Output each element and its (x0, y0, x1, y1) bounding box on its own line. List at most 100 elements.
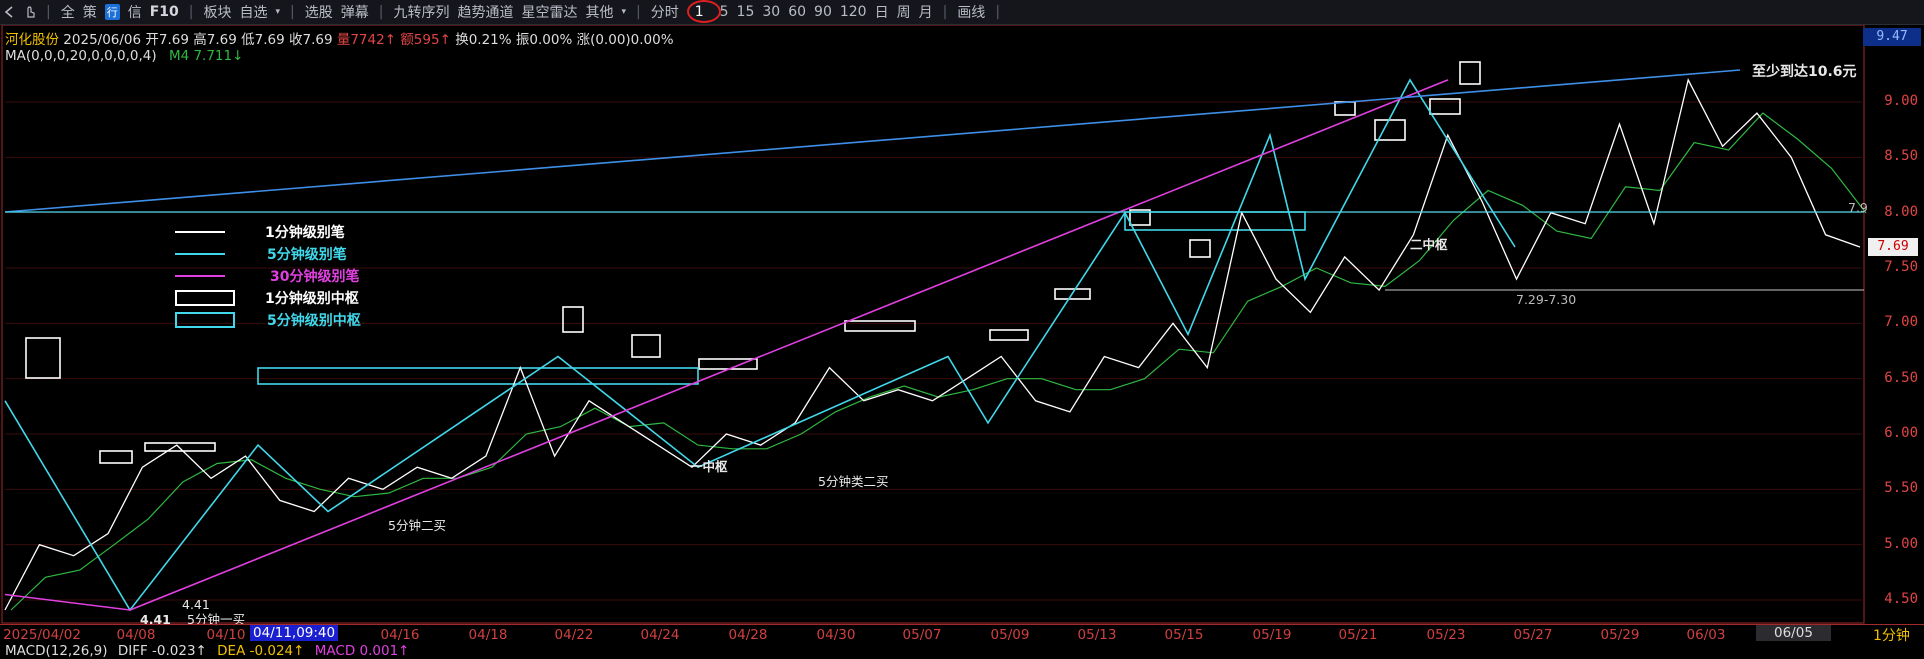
period-60min[interactable]: 60 (788, 4, 806, 20)
kline-chart[interactable] (0, 25, 1924, 655)
five-minute-center-box (257, 367, 699, 385)
annotation-buy2b: 5分钟类二买 (818, 474, 889, 489)
period-5min[interactable]: 5 (720, 4, 729, 20)
one-minute-center-box (99, 450, 133, 464)
chevron-down-icon[interactable]: ▾ (621, 7, 626, 17)
price-grid (5, 101, 1862, 601)
legend-swatch (175, 275, 225, 277)
date-tick-label: 04/08 (116, 627, 156, 643)
quote-bar: 河化股份 2025/06/06 开7.69 高7.69 低7.69 收7.69 … (5, 28, 674, 48)
toolbar-sector[interactable]: 板块 (203, 2, 231, 22)
quote-amount: 额595↑ (400, 32, 451, 48)
price-line (4, 78, 1861, 611)
period-week[interactable]: 周 (897, 2, 911, 22)
legend-swatch (175, 312, 235, 328)
quote-change: 涨(0.00)0.00% (576, 32, 674, 48)
one-minute-center-box (562, 306, 584, 333)
price-tick-label: 6.50 (1884, 369, 1918, 386)
one-minute-center-box (1429, 98, 1461, 115)
period-month[interactable]: 月 (919, 2, 933, 22)
legend-item: 1分钟级别笔 (175, 222, 435, 242)
period-120min[interactable]: 120 (840, 4, 867, 20)
chevron-down-icon[interactable]: ▾ (275, 7, 280, 17)
thirty-minute-stroke-line (4, 79, 1449, 611)
one-minute-center-box (631, 334, 661, 358)
toolbar-star-radar[interactable]: 星空雷达 (521, 2, 577, 22)
toolbar-watchlist[interactable]: 自选 (239, 2, 267, 22)
date-tick-label: 06/03 (1686, 627, 1726, 643)
toolbar-strategy[interactable]: 策 (83, 2, 97, 22)
date-tick-label: 05/13 (1077, 627, 1117, 643)
quote-turnover: 换0.21% (455, 32, 512, 48)
date-tick-label: 05/07 (902, 627, 942, 643)
annotation-center1: 一中枢 (690, 459, 728, 474)
current-price-badge: 7.69 (1868, 238, 1918, 256)
quote-close: 收7.69 (288, 32, 333, 48)
legend-label: 30分钟级别笔 (270, 269, 360, 285)
date-tick-label: 05/21 (1338, 627, 1378, 643)
last-date-badge: 06/05 (1756, 625, 1831, 641)
period-90min[interactable]: 90 (814, 4, 832, 20)
toolbar-f10[interactable]: F10 (150, 4, 179, 20)
quote-open: 开7.69 (145, 32, 189, 48)
cursor-date-badge: 04/11,09:40 (250, 625, 339, 641)
one-minute-center-box (989, 329, 1029, 341)
quote-high: 高7.69 (193, 32, 237, 48)
date-tick-label: 04/10 (206, 627, 246, 643)
date-tick-label: 04/28 (728, 627, 768, 643)
toolbar-danmaku[interactable]: 弹幕 (341, 2, 369, 22)
toolbar-market[interactable]: 行 (104, 4, 120, 20)
one-minute-center-box (144, 442, 216, 452)
quote-date: 2025/06/06 (63, 32, 142, 48)
price-tick-label: 9.00 (1884, 93, 1918, 109)
date-tick-label: 04/24 (640, 627, 680, 643)
annotation-range: 7.29-7.30 (1516, 292, 1577, 307)
ma-params[interactable]: MA(0,0,0,20,0,0,0,0,4) (5, 48, 157, 64)
five-minute-center-box (1124, 211, 1306, 231)
toolbar-nine-turn[interactable]: 九转序列 (393, 2, 449, 22)
price-tick-label: 4.50 (1884, 591, 1918, 607)
legend-item: 5分钟级别中枢 (175, 310, 435, 330)
price-tick-label: 5.50 (1884, 480, 1918, 497)
one-minute-center-box (844, 320, 916, 332)
period-intraday[interactable]: 分时 (651, 2, 679, 22)
date-tick-label: 05/23 (1426, 627, 1466, 643)
period-day[interactable]: 日 (875, 2, 889, 22)
date-tick-label: 05/09 (990, 627, 1030, 643)
annotation-target: 至少到达10.6元 (1752, 64, 1857, 80)
back-icon[interactable] (3, 5, 17, 19)
legend-label: 5分钟级别笔 (267, 247, 347, 263)
one-minute-center-box (1334, 101, 1356, 116)
legend-label: 1分钟级别笔 (265, 225, 345, 241)
one-minute-center-box (25, 337, 61, 379)
toolbar-drawing[interactable]: 画线 (957, 2, 985, 22)
date-tick-label: 2025/04/02 (3, 627, 81, 643)
price-tick-label: 7.50 (1884, 259, 1918, 275)
date-tick-label: 05/15 (1164, 627, 1204, 643)
hand-pointer-icon[interactable] (23, 5, 37, 19)
quote-low: 低7.69 (241, 32, 285, 48)
toolbar-info[interactable]: 信 (128, 2, 142, 22)
stock-name[interactable]: 河化股份 (5, 32, 59, 48)
period-30min[interactable]: 30 (762, 4, 780, 20)
toolbar-all[interactable]: 全 (61, 2, 75, 22)
date-tick-label: 05/29 (1600, 627, 1640, 643)
macd-params[interactable]: MACD(12,26,9) (5, 643, 108, 659)
macd-value: MACD 0.001↑ (314, 643, 410, 659)
legend-label: 5分钟级别中枢 (267, 313, 361, 329)
legend: 1分钟级别笔 5分钟级别笔 30分钟级别笔 1分钟级别中枢 5分钟级别中枢 (175, 222, 435, 332)
quote-volume: 量7742↑ (336, 32, 397, 48)
toolbar-other[interactable]: 其他 (585, 2, 613, 22)
date-tick-label: 04/22 (554, 627, 594, 643)
quote-amplitude: 振0.00% (515, 32, 573, 48)
one-minute-center-box (1189, 239, 1211, 258)
macd-diff: DIFF -0.023↑ (117, 643, 207, 659)
toolbar-stock-picker[interactable]: 选股 (305, 2, 333, 22)
price-tick-label: 8.00 (1884, 203, 1918, 220)
period-15min[interactable]: 15 (737, 4, 755, 20)
legend-swatch (175, 253, 225, 255)
period-1min[interactable]: 1 (686, 0, 721, 23)
toolbar-trend-channel[interactable]: 趋势通道 (457, 2, 513, 22)
date-tick-label: 05/19 (1252, 627, 1292, 643)
date-tick-label: 04/16 (380, 627, 420, 643)
